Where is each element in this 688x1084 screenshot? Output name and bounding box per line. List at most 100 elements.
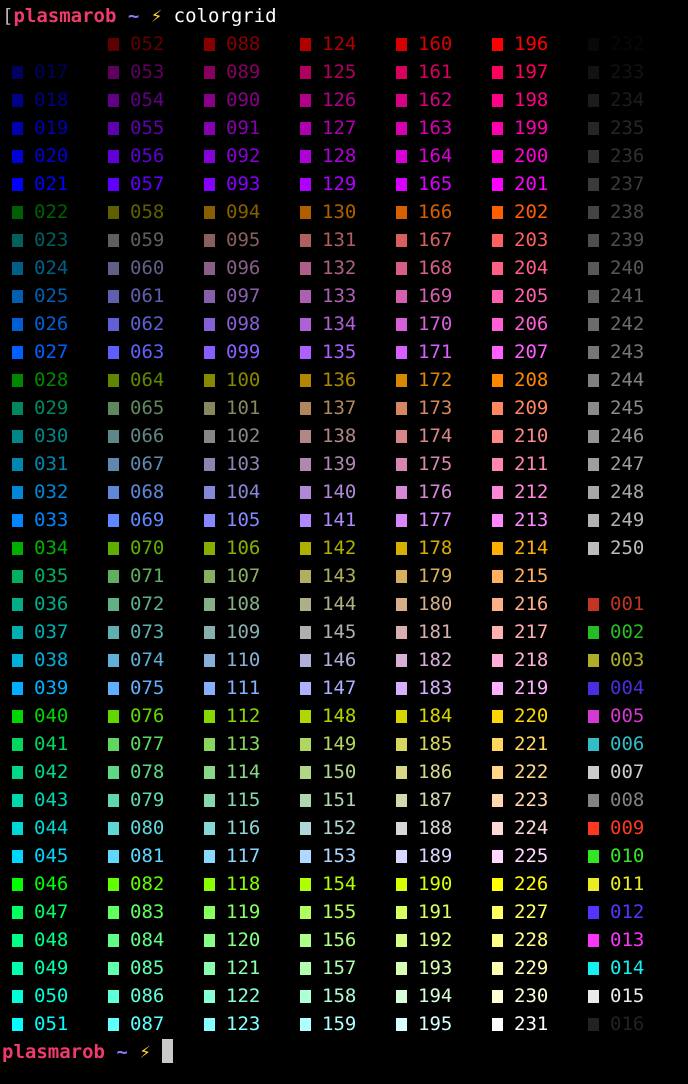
color-swatch [396, 402, 407, 415]
color-swatch [396, 682, 407, 695]
color-number: 135 [322, 341, 357, 363]
color-swatch [588, 514, 599, 527]
color-number: 061 [130, 285, 165, 307]
color-swatch [204, 682, 215, 695]
color-swatch [12, 374, 23, 387]
color-swatch [108, 766, 119, 779]
color-number: 157 [322, 957, 357, 979]
color-swatch [396, 318, 407, 331]
lightning-icon: ⚡ [139, 1041, 151, 1063]
grid-row: 036 072 108 144 180 216 001 [0, 590, 688, 618]
color-number: 089 [226, 61, 261, 83]
color-swatch [108, 654, 119, 667]
color-swatch [12, 570, 23, 583]
color-swatch [204, 486, 215, 499]
color-number: 068 [130, 481, 165, 503]
text-cursor[interactable] [162, 1039, 174, 1063]
color-swatch [108, 514, 119, 527]
color-swatch [588, 626, 599, 639]
color-number: 159 [322, 1013, 357, 1035]
color-swatch [300, 206, 311, 219]
color-swatch [588, 206, 599, 219]
color-number: 246 [610, 425, 645, 447]
color-number: 172 [418, 369, 453, 391]
grid-row: 040 076 112 148 184 220 005 [0, 702, 688, 730]
color-swatch [300, 962, 311, 975]
color-swatch [204, 38, 215, 51]
grid-row: 031 067 103 139 175 211 247 [0, 450, 688, 478]
color-number: 025 [34, 285, 69, 307]
color-swatch [300, 990, 311, 1003]
command-line: [plasmarob ~ ⚡ colorgrid [2, 2, 277, 30]
color-swatch [204, 794, 215, 807]
color-swatch [396, 570, 407, 583]
color-swatch [300, 822, 311, 835]
color-number: 247 [610, 453, 645, 475]
color-number: 033 [34, 509, 69, 531]
color-swatch [108, 822, 119, 835]
color-number: 017 [34, 61, 69, 83]
color-number: 096 [226, 257, 261, 279]
color-swatch [108, 262, 119, 275]
color-swatch [588, 906, 599, 919]
color-swatch [396, 654, 407, 667]
color-number: 071 [130, 565, 165, 587]
color-number: 181 [418, 621, 453, 643]
color-swatch [108, 794, 119, 807]
grid-row: 029 065 101 137 173 209 245 [0, 394, 688, 422]
color-swatch [396, 626, 407, 639]
color-swatch [396, 794, 407, 807]
color-number: 015 [610, 985, 645, 1007]
color-swatch [300, 598, 311, 611]
color-number: 213 [514, 509, 549, 531]
color-number: 031 [34, 453, 69, 475]
color-swatch [492, 290, 503, 303]
color-number: 133 [322, 285, 357, 307]
color-number: 007 [610, 761, 645, 783]
color-swatch [108, 206, 119, 219]
color-swatch [108, 178, 119, 191]
color-swatch [300, 766, 311, 779]
color-number: 066 [130, 425, 165, 447]
color-number: 125 [322, 61, 357, 83]
color-number: 230 [514, 985, 549, 1007]
terminal-window[interactable]: [plasmarob ~ ⚡ colorgrid 016 052 088 124 160… [0, 0, 688, 1084]
color-number: 176 [418, 481, 453, 503]
color-number: 174 [418, 425, 453, 447]
color-swatch [588, 934, 599, 947]
color-number: 118 [226, 873, 261, 895]
color-swatch [204, 94, 215, 107]
color-swatch [588, 654, 599, 667]
color-number: 244 [610, 369, 645, 391]
color-number: 196 [514, 33, 549, 55]
color-number: 018 [34, 89, 69, 111]
color-number: 047 [34, 901, 69, 923]
color-swatch [588, 878, 599, 891]
color-number: 123 [226, 1013, 261, 1035]
color-swatch [12, 934, 23, 947]
color-number: 165 [418, 173, 453, 195]
color-number: 057 [130, 173, 165, 195]
color-swatch [300, 430, 311, 443]
color-swatch [204, 570, 215, 583]
color-swatch [108, 878, 119, 891]
color-swatch [396, 178, 407, 191]
color-swatch [396, 234, 407, 247]
color-swatch [492, 990, 503, 1003]
color-number: 028 [34, 369, 69, 391]
color-swatch [492, 906, 503, 919]
color-number: 086 [130, 985, 165, 1007]
color-number: 228 [514, 929, 549, 951]
color-swatch [588, 766, 599, 779]
input-prompt[interactable]: plasmarob ~ ⚡ [2, 1038, 174, 1066]
color-swatch [588, 290, 599, 303]
color-number: 143 [322, 565, 357, 587]
color-swatch [492, 206, 503, 219]
color-number: 220 [514, 705, 549, 727]
color-swatch [108, 682, 119, 695]
color-swatch [588, 542, 599, 555]
color-number: 093 [226, 173, 261, 195]
color-swatch [492, 94, 503, 107]
color-swatch [588, 850, 599, 863]
color-number: 022 [34, 201, 69, 223]
